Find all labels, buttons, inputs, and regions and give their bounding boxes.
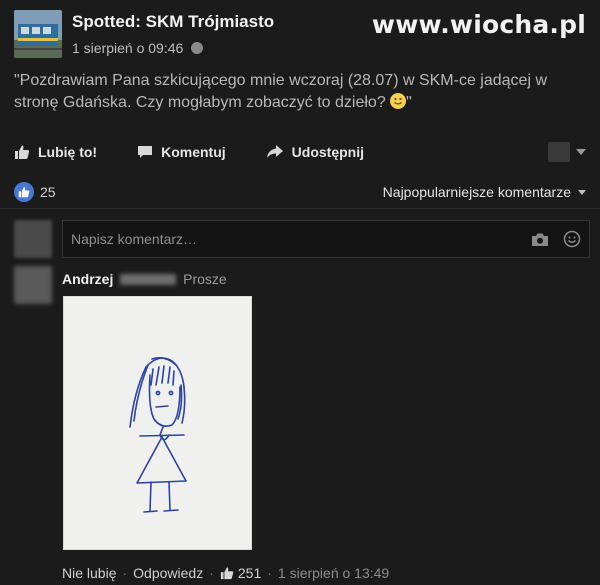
current-user-avatar <box>14 220 52 258</box>
emoji-picker-icon[interactable] <box>563 230 581 248</box>
comment-attachment-drawing[interactable] <box>63 296 252 550</box>
camera-icon[interactable] <box>531 232 549 247</box>
comment-text: Prosze <box>183 271 227 287</box>
commenter-avatar[interactable] <box>14 266 52 304</box>
comment-button[interactable]: Komentuj <box>137 144 226 160</box>
post-text-end: " <box>406 94 412 111</box>
page-name-link[interactable]: Spotted: SKM Trójmiasto <box>72 12 274 32</box>
comment-like-count: 251 <box>237 565 262 581</box>
share-arrow-icon <box>266 145 283 158</box>
thumbs-up-icon <box>220 567 234 580</box>
post-header: Spotted: SKM Trójmiasto 1 sierpień o 09:… <box>14 6 274 58</box>
smile-emoji-icon <box>390 93 407 109</box>
reaction-count[interactable]: 25 <box>40 184 56 200</box>
post-timestamp[interactable]: 1 sierpień o 09:46 <box>72 40 183 56</box>
speech-bubble-icon <box>138 146 153 158</box>
share-button-label: Udostępnij <box>291 144 365 160</box>
comment-sort-label: Najpopularniejsze komentarze <box>382 184 571 200</box>
comment-button-label: Komentuj <box>161 144 226 160</box>
reactions-row: 25 Najpopularniejsze komentarze <box>14 182 586 202</box>
chevron-down-icon <box>576 149 586 155</box>
like-button[interactable]: Lubię to! <box>14 144 97 160</box>
chevron-down-icon <box>578 189 586 195</box>
comment-footer: Nie lubię · Odpowiedz · 251 · 1 sierpień… <box>62 565 389 581</box>
post-text-body: "Pozdrawiam Pana szkicującego mnie wczor… <box>14 72 548 111</box>
page-avatar[interactable] <box>14 10 62 58</box>
like-button-label: Lubię to! <box>38 144 98 160</box>
separator-dot: · <box>122 565 128 581</box>
post-text: "Pozdrawiam Pana szkicującego mnie wczor… <box>14 70 586 114</box>
unlike-comment-link[interactable]: Nie lubię <box>62 565 116 581</box>
comment-sort-dropdown[interactable]: Najpopularniejsze komentarze <box>383 184 586 200</box>
divider <box>0 208 600 209</box>
separator-dot: · <box>209 565 214 581</box>
viewer-avatar <box>548 142 570 162</box>
like-reaction-icon <box>14 182 34 202</box>
post-actions: Lubię to! Komentuj Udostępnij <box>14 140 586 164</box>
comment-input[interactable]: Napisz komentarz… <box>62 220 590 258</box>
comment-input-placeholder: Napisz komentarz… <box>71 231 198 247</box>
viewer-menu[interactable] <box>548 142 586 162</box>
comment-composer: Napisz komentarz… <box>14 220 590 258</box>
comment-timestamp[interactable]: 1 sierpień o 13:49 <box>278 565 389 581</box>
blurred-surname <box>120 274 177 285</box>
reply-comment-link[interactable]: Odpowiedz <box>133 565 203 581</box>
separator-dot: · <box>267 565 272 581</box>
share-button[interactable]: Udostępnij <box>266 144 364 160</box>
commenter-name[interactable]: Andrzej <box>62 271 113 287</box>
thumbs-up-icon <box>15 145 30 159</box>
globe-icon <box>191 42 204 54</box>
watermark: www.wiocha.pl <box>371 10 586 39</box>
comment-likes[interactable]: 251 <box>220 565 261 581</box>
